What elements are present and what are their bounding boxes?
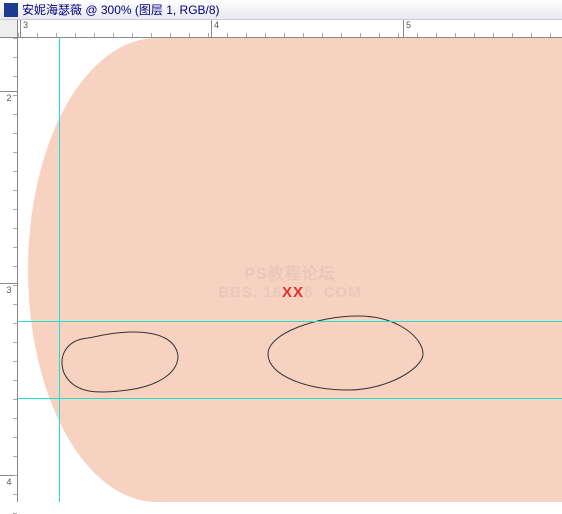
ruler-v-mark: 4 — [0, 475, 18, 487]
document-title: 安妮海瑟薇 @ 300% (图层 1, RGB/8) — [22, 1, 220, 18]
document-canvas[interactable]: PS教程论坛 BBS. 16XX8. COM — [18, 38, 562, 502]
ruler-v-tick — [13, 304, 17, 305]
vertical-ruler[interactable]: 2 3 4 — [0, 38, 18, 502]
ruler-h-tick — [322, 33, 323, 37]
ruler-h-tick — [189, 33, 190, 37]
ruler-h-tick — [531, 33, 532, 37]
left-blob-path[interactable] — [62, 332, 178, 392]
ruler-v-tick — [13, 57, 17, 58]
guide-horizontal[interactable] — [18, 398, 562, 399]
ruler-v-tick — [13, 76, 17, 77]
ruler-h-mark: 4 — [211, 20, 219, 38]
ruler-v-tick — [13, 228, 17, 229]
horizontal-ruler[interactable]: 3 4 5 — [18, 20, 562, 38]
ruler-h-tick — [550, 33, 551, 37]
ruler-h-tick — [113, 33, 114, 37]
ruler-h-tick — [303, 33, 304, 37]
ruler-h-tick — [284, 33, 285, 37]
watermark-line1: PS教程论坛 — [218, 260, 361, 284]
watermark-text: PS教程论坛 BBS. 16XX8. COM — [218, 260, 361, 301]
ruler-h-tick — [360, 33, 361, 37]
ruler-v-tick — [13, 380, 17, 381]
ruler-v-tick — [13, 361, 17, 362]
ruler-v-tick — [13, 285, 17, 286]
ruler-h-tick — [417, 33, 418, 37]
ruler-h-mark: 3 — [20, 20, 28, 38]
ruler-h-tick — [455, 33, 456, 37]
ruler-v-tick — [13, 437, 17, 438]
ruler-h-tick — [436, 33, 437, 37]
ruler-h-tick — [341, 33, 342, 37]
ps-app-icon — [4, 3, 18, 17]
ruler-v-tick — [13, 342, 17, 343]
ruler-v-mark: 2 — [0, 91, 18, 103]
ruler-v-tick — [13, 38, 17, 39]
ruler-v-tick — [13, 133, 17, 134]
ruler-h-tick — [132, 33, 133, 37]
ruler-v-tick — [13, 171, 17, 172]
ruler-h-mark: 5 — [403, 20, 411, 38]
workspace: 3 4 5 2 3 4 PS教程论坛 BBS. 16XX8. COM — [0, 20, 562, 502]
ruler-v-tick — [13, 114, 17, 115]
ruler-v-tick — [13, 247, 17, 248]
ruler-v-tick — [13, 456, 17, 457]
ruler-h-tick — [151, 33, 152, 37]
ruler-h-tick — [512, 33, 513, 37]
ruler-h-tick — [18, 33, 19, 37]
ruler-h-tick — [493, 33, 494, 37]
ruler-h-tick — [56, 33, 57, 37]
ruler-v-tick — [13, 399, 17, 400]
ruler-h-tick — [227, 33, 228, 37]
ruler-v-tick — [13, 209, 17, 210]
right-leaf-path[interactable] — [268, 316, 423, 390]
guide-vertical[interactable] — [59, 38, 60, 502]
guide-horizontal[interactable] — [18, 321, 562, 322]
ruler-h-tick — [37, 33, 38, 37]
ruler-v-tick — [13, 494, 17, 495]
watermark-line2: BBS. 16XX8. COM — [218, 284, 361, 301]
ruler-h-tick — [246, 33, 247, 37]
ruler-v-tick — [13, 152, 17, 153]
ruler-v-tick — [13, 190, 17, 191]
ruler-v-tick — [13, 266, 17, 267]
ruler-h-tick — [265, 33, 266, 37]
ruler-h-tick — [170, 33, 171, 37]
ruler-h-tick — [75, 33, 76, 37]
ruler-v-tick — [13, 323, 17, 324]
ruler-origin-corner[interactable] — [0, 20, 18, 38]
ruler-h-tick — [398, 33, 399, 37]
ruler-h-tick — [379, 33, 380, 37]
ruler-h-tick — [94, 33, 95, 37]
ruler-v-tick — [13, 418, 17, 419]
ruler-h-tick — [474, 33, 475, 37]
ruler-h-tick — [208, 33, 209, 37]
ruler-v-tick — [13, 475, 17, 476]
watermark-xx: XX — [282, 284, 304, 301]
ruler-v-tick — [13, 95, 17, 96]
window-titlebar: 安妮海瑟薇 @ 300% (图层 1, RGB/8) — [0, 0, 562, 20]
